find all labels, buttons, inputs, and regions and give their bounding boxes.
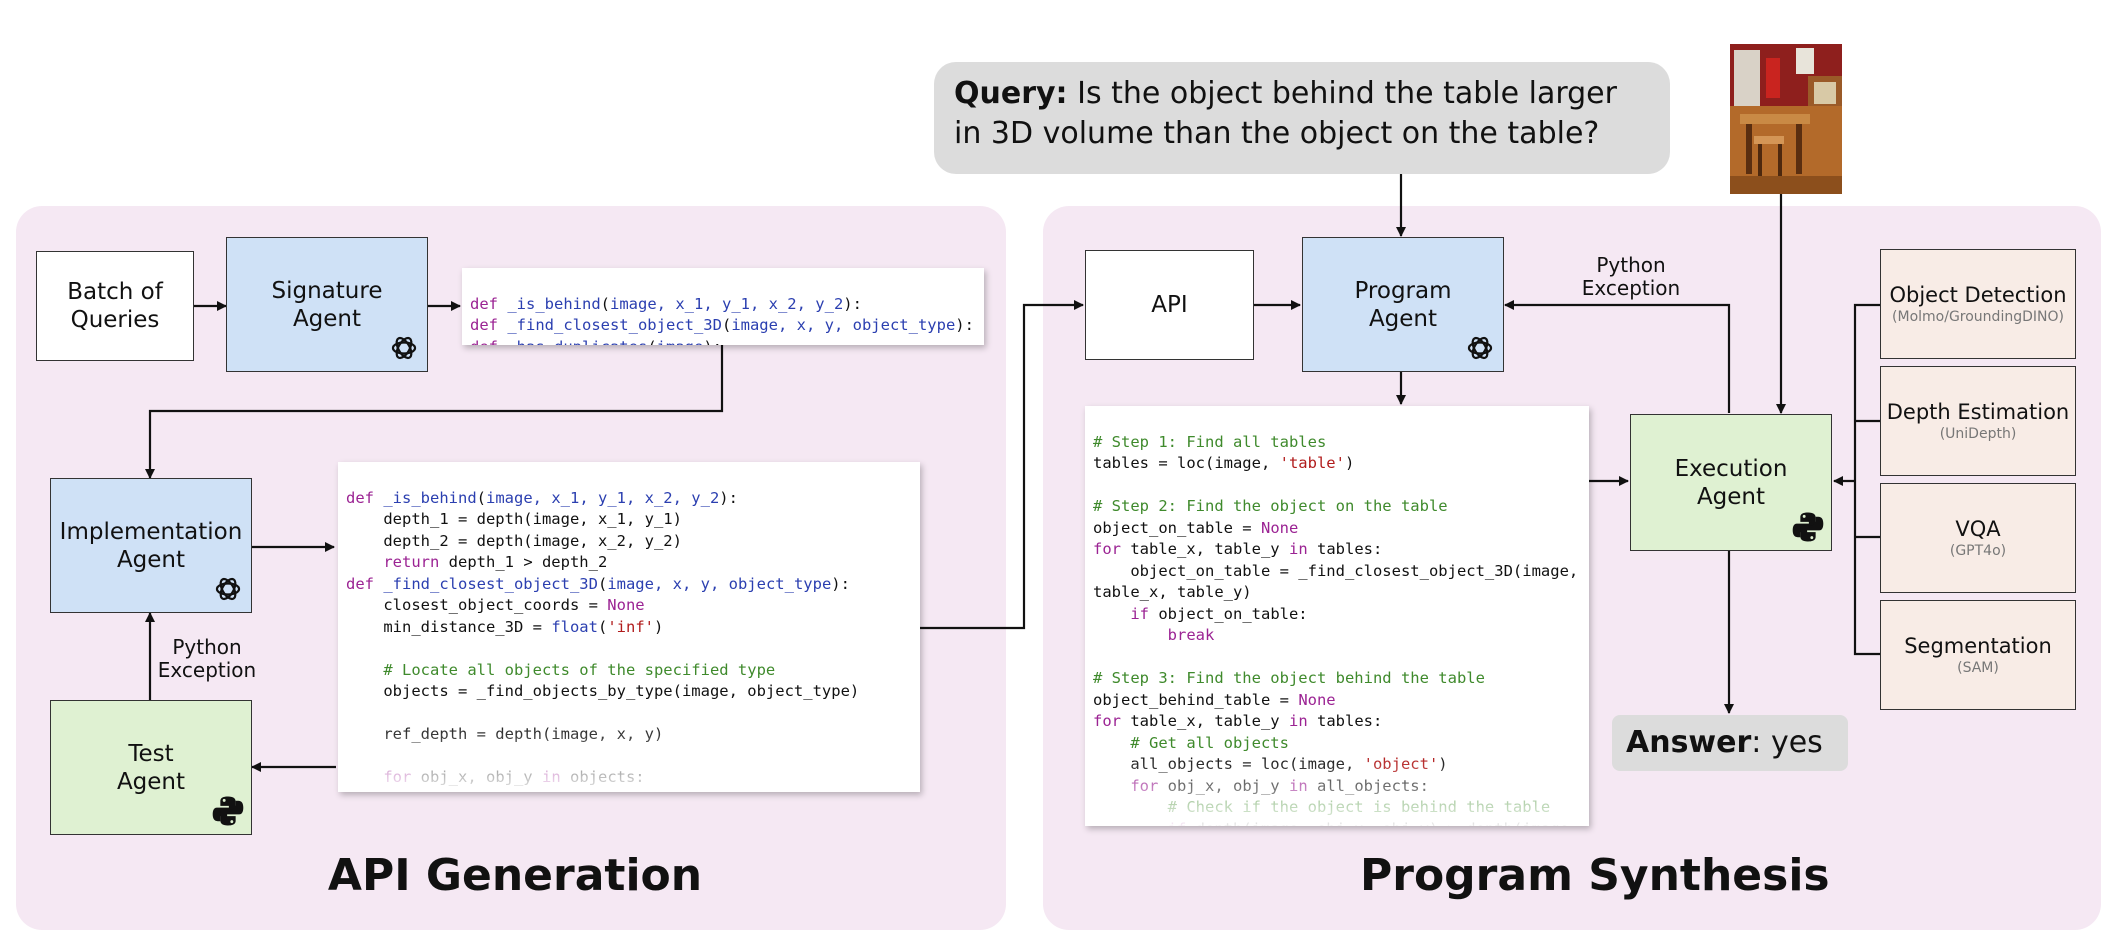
code-line: def _find_closest_object_3D(image, x, y,… (346, 574, 850, 593)
execution-agent-label: Execution Agent (1674, 455, 1788, 510)
code-line: object_on_table = _find_closest_object_3… (1093, 561, 1579, 580)
tool-subtitle: (Molmo/GroundingDINO) (1892, 309, 2064, 325)
kitchen-photo (1730, 44, 1842, 194)
api-node: API (1085, 250, 1254, 360)
code-line: break (1167, 626, 1215, 644)
code-line: for table_x, table_y in tables: (1093, 712, 1383, 730)
tool-vqa: VQA (GPT4o) (1880, 483, 2076, 593)
code-line: # Locate all objects of the specified ty… (383, 660, 776, 679)
tool-bus (1853, 303, 1880, 656)
tool-subtitle: (SAM) (1957, 660, 1999, 676)
implementation-code-block: def _is_behind(image, x_1, y_1, x_2, y_2… (338, 462, 920, 792)
query-label: Query: (954, 76, 1068, 111)
api-label: API (1151, 292, 1188, 318)
signature-agent-label: Signature Agent (271, 277, 383, 332)
signature-agent-node: Signature Agent (226, 237, 428, 372)
program-agent-node: Program Agent (1302, 237, 1504, 372)
test-agent-node: Test Agent (50, 700, 252, 835)
code-line: # Get all objects (1130, 733, 1289, 752)
python-logo-icon (212, 796, 244, 826)
signatures-code-block: def _is_behind(image, x_1, y_1, x_2, y_2… (462, 268, 984, 345)
code-line: table_x, table_y) (1093, 583, 1252, 601)
code-line: # Step 3: Find the object behind the tab… (1093, 669, 1485, 687)
code-line: for table_x, table_y in tables: (1093, 540, 1383, 558)
tool-name: VQA (1955, 517, 2001, 541)
code-line: # Step 1: Find all tables (1093, 432, 1327, 451)
openai-logo-icon (1467, 336, 1493, 360)
code-line: object_behind_table = None (1093, 690, 1336, 709)
implementation-agent-node: Implementation Agent (50, 478, 252, 613)
code-line: def _is_behind(image, x_1, y_1, x_2, y_2… (346, 488, 738, 507)
code-line: depth_2 = depth(image, x_2, y_2) (346, 531, 682, 550)
answer-label: Answer (1626, 725, 1752, 760)
execution-agent-node: Execution Agent (1630, 414, 1832, 551)
code-line: if object_on_table: (1130, 604, 1308, 623)
code-line: min_distance_3D = float('inf') (346, 617, 664, 636)
code-line: object_on_table = None (1093, 518, 1299, 537)
code-line: # Step 2: Find the object on the table (1093, 497, 1448, 515)
arrow-execution-to-program (1504, 300, 1731, 413)
tool-name: Depth Estimation (1886, 400, 2070, 424)
tool-name: Object Detection (1889, 283, 2067, 307)
test-exception-label: Python Exception (157, 635, 257, 682)
openai-logo-icon (215, 577, 241, 601)
program-code-block: # Step 1: Find all tables tables = loc(im… (1085, 406, 1589, 826)
test-agent-label: Test Agent (116, 740, 186, 795)
code-line: return depth_1 > depth_2 (383, 553, 608, 571)
code-line: closest_object_coords = None (346, 596, 645, 614)
python-logo-icon (1792, 512, 1824, 542)
openai-logo-icon (391, 336, 417, 360)
program-agent-label: Program Agent (1354, 277, 1452, 332)
tool-subtitle: (GPT4o) (1949, 543, 2007, 559)
code-line: def _has_duplicates(image): (470, 337, 976, 346)
code-line: def _find_closest_object_3D(image, x, y,… (470, 316, 974, 334)
query-bubble: Query: Is the object behind the table la… (934, 62, 1670, 174)
tool-depth-estimation: Depth Estimation (UniDepth) (1880, 366, 2076, 476)
implementation-agent-label: Implementation Agent (59, 518, 243, 573)
tool-subtitle: (UniDepth) (1939, 426, 2017, 442)
execution-exception-label: Python Exception (1581, 253, 1681, 300)
code-fade (338, 722, 920, 792)
answer-bubble: Answer: yes (1612, 715, 1848, 771)
arrow-code-to-api (920, 300, 1084, 630)
code-line: tables = loc(image, 'table') (1093, 454, 1355, 472)
code-line: objects = _find_objects_by_type(image, o… (346, 682, 860, 700)
code-line: depth_1 = depth(image, x_1, y_1) (346, 510, 682, 528)
batch-of-queries-node: Batch of Queries (36, 251, 194, 361)
batch-of-queries-label: Batch of Queries (67, 279, 163, 333)
tool-name: Segmentation (1904, 634, 2052, 658)
answer-text: : yes (1751, 725, 1823, 760)
code-line: def _is_behind(image, x_1, y_1, x_2, y_2… (470, 294, 862, 313)
tool-segmentation: Segmentation (SAM) (1880, 600, 2076, 710)
code-fade (1085, 756, 1589, 826)
tool-object-detection: Object Detection (Molmo/GroundingDINO) (1880, 249, 2076, 359)
